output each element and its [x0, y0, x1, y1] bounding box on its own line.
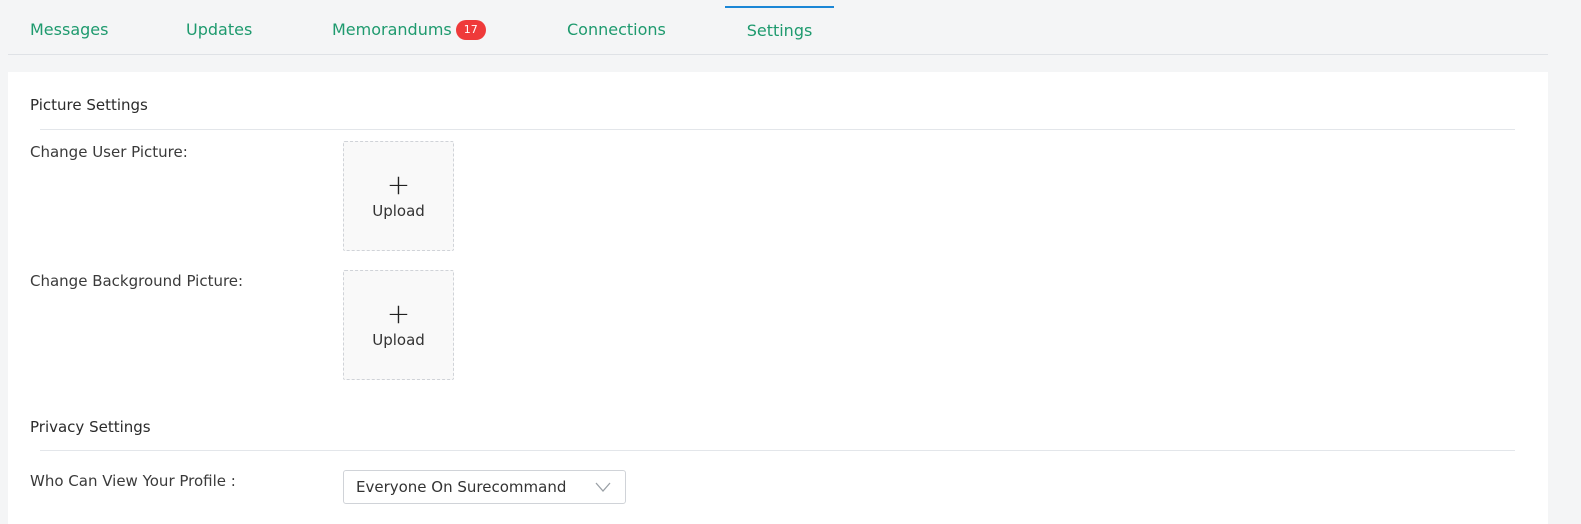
profile-visibility-select[interactable]: Everyone On Surecommand	[343, 470, 626, 504]
profile-visibility-label: Who Can View Your Profile :	[30, 472, 236, 490]
change-background-picture-label: Change Background Picture:	[30, 272, 244, 290]
change-user-picture-label: Change User Picture:	[30, 143, 188, 161]
tab-memorandums[interactable]: Memorandums 17	[332, 6, 486, 53]
tab-label: Updates	[186, 20, 253, 39]
memorandums-count-badge: 17	[455, 19, 486, 40]
settings-panel: Picture Settings Change User Picture: + …	[8, 72, 1548, 524]
tab-messages[interactable]: Messages	[30, 6, 108, 53]
tab-updates[interactable]: Updates	[186, 6, 252, 53]
tab-settings[interactable]: Settings	[725, 6, 834, 53]
tab-label: Connections	[567, 20, 666, 39]
tab-bar: Messages Updates Memorandums 17 Connecti…	[8, 6, 1548, 55]
divider	[40, 129, 1515, 130]
picture-settings-title: Picture Settings	[30, 96, 148, 114]
privacy-settings-title: Privacy Settings	[30, 418, 151, 436]
profile-visibility-value: Everyone On Surecommand	[356, 478, 567, 496]
upload-background-picture-button[interactable]: + Upload	[343, 270, 454, 380]
plus-icon: +	[386, 297, 411, 330]
chevron-down-icon	[595, 480, 611, 498]
upload-user-picture-button[interactable]: + Upload	[343, 141, 454, 251]
divider	[40, 450, 1515, 451]
upload-label: Upload	[372, 331, 425, 349]
tab-label: Messages	[30, 20, 109, 39]
plus-icon: +	[386, 168, 411, 201]
tab-label: Settings	[746, 21, 813, 40]
tab-connections[interactable]: Connections	[567, 6, 666, 53]
upload-label: Upload	[372, 202, 425, 220]
tab-label: Memorandums	[332, 20, 452, 39]
